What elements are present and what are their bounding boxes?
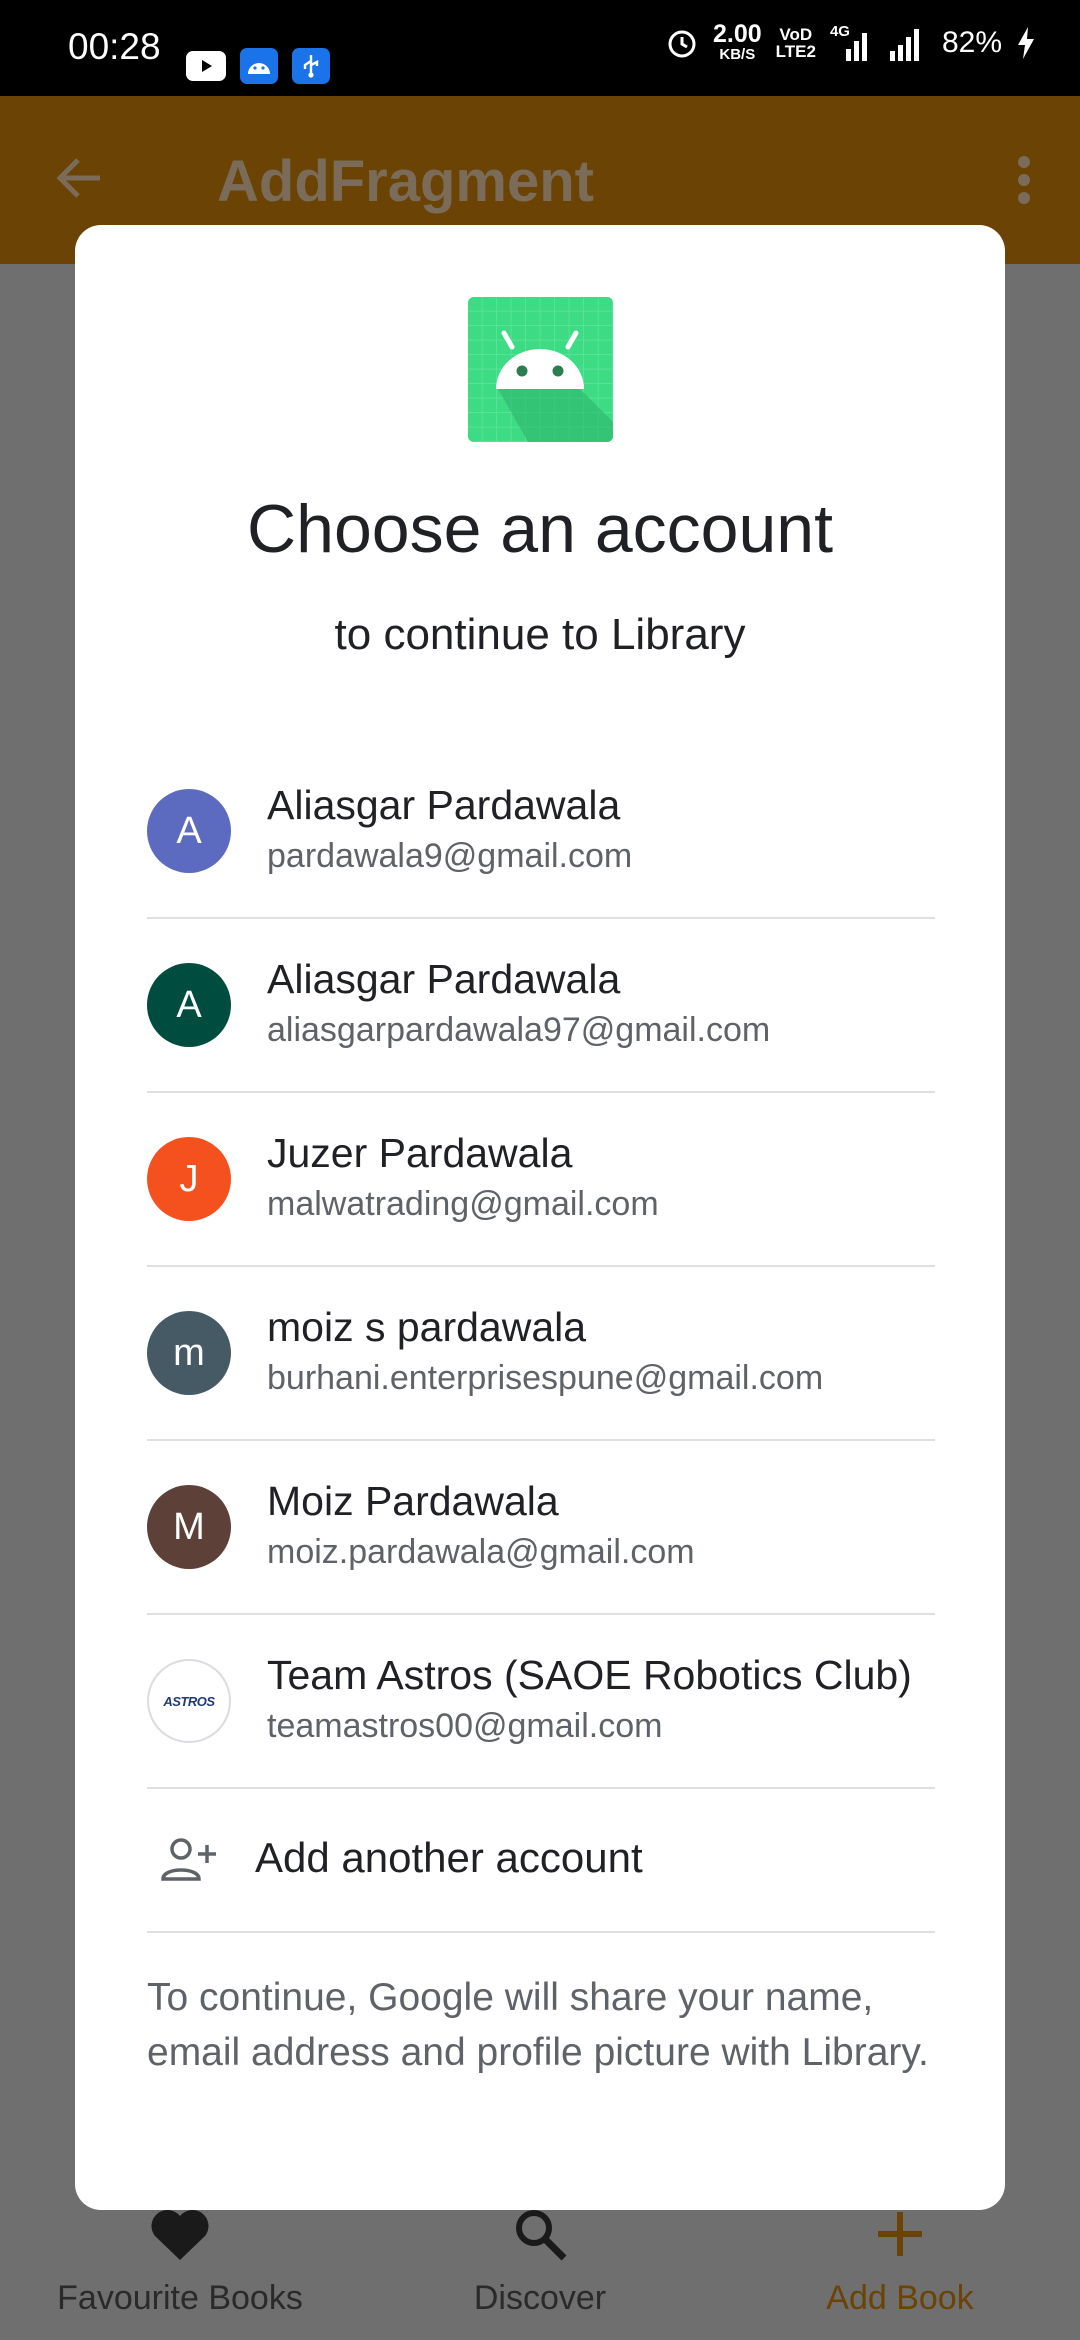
account-email: burhani.enterprisespune@gmail.com [267,1359,824,1397]
signal-sim2-icon [889,28,919,61]
avatar: A [147,789,231,873]
volte-indicator: VoD LTE2 [775,24,816,61]
heart-icon [151,2209,209,2260]
account-chooser-dialog: Choose an account to continue to Library… [75,225,1005,2210]
battery-percent: 82% [941,25,1002,59]
notification-icons [186,48,330,84]
status-right-icons: 2.00 KB/S VoD LTE2 4G 82% [665,22,1036,63]
status-time: 00:28 [68,26,161,67]
account-name: Aliasgar Pardawala [267,956,621,1002]
person-add-icon [159,1835,219,1890]
account-email: moiz.pardawala@gmail.com [267,1533,695,1571]
add-another-account-button[interactable]: Add another account [147,1789,935,1933]
account-row-5[interactable]: ASTROS Team Astros (SAOE Robotics Club) … [147,1615,935,1789]
consent-disclaimer: To continue, Google will share your name… [147,1976,929,2074]
account-name: Aliasgar Pardawala [267,782,621,828]
nav-label: Add Book [826,2279,974,2317]
account-list: A Aliasgar Pardawala pardawala9@gmail.co… [147,745,935,1933]
usb-icon [292,48,330,84]
account-email: teamastros00@gmail.com [267,1707,663,1745]
status-bar: 00:28 2.00 KB/S VoD LTE2 4G 82% [0,0,1080,96]
account-row-4[interactable]: M Moiz Pardawala moiz.pardawala@gmail.co… [147,1441,935,1615]
team-astros-logo-avatar: ASTROS [147,1659,231,1743]
network-speed: 2.00 KB/S [712,20,762,64]
avatar: A [147,963,231,1047]
charging-icon [1018,26,1034,59]
bottom-navigation: Favourite Books Discover Add Book [0,2190,1080,2340]
back-arrow-icon[interactable] [52,150,108,211]
account-email: pardawala9@gmail.com [267,837,633,875]
account-email: aliasgarpardawala97@gmail.com [267,1011,771,1049]
account-row-3[interactable]: m moiz s pardawala burhani.enterprisespu… [147,1267,935,1441]
account-row-1[interactable]: A Aliasgar Pardawala aliasgarpardawala97… [147,919,935,1093]
avatar: J [147,1137,231,1221]
nav-label: Favourite Books [57,2279,303,2317]
account-email: malwatrading@gmail.com [267,1185,659,1223]
nav-discover[interactable]: Discover [360,2204,720,2318]
add-account-label: Add another account [255,1834,643,1881]
youtube-icon [186,51,226,81]
plus-icon [878,2212,922,2256]
account-name: Juzer Pardawala [267,1130,573,1176]
more-vert-icon[interactable] [1016,154,1032,211]
account-name: Team Astros (SAOE Robotics Club) [267,1652,912,1698]
android-icon [240,48,278,84]
dialog-subtitle: to continue to Library [334,610,746,659]
account-row-2[interactable]: J Juzer Pardawala malwatrading@gmail.com [147,1093,935,1267]
nav-label: Discover [473,2279,607,2317]
nav-add-book[interactable]: Add Book [720,2204,1080,2318]
search-icon [516,2210,567,2261]
account-row-0[interactable]: A Aliasgar Pardawala pardawala9@gmail.co… [147,745,935,919]
app-bar-title: AddFragment [217,149,594,214]
account-name: moiz s pardawala [267,1304,587,1350]
account-name: Moiz Pardawala [267,1478,559,1524]
signal-sim1-icon: 4G [830,23,874,63]
alarm-icon [668,30,696,57]
dialog-title: Choose an account [247,491,833,567]
avatar: M [147,1485,231,1569]
nav-favourite-books[interactable]: Favourite Books [0,2204,360,2318]
app-logo-icon [468,297,613,442]
avatar: m [147,1311,231,1395]
